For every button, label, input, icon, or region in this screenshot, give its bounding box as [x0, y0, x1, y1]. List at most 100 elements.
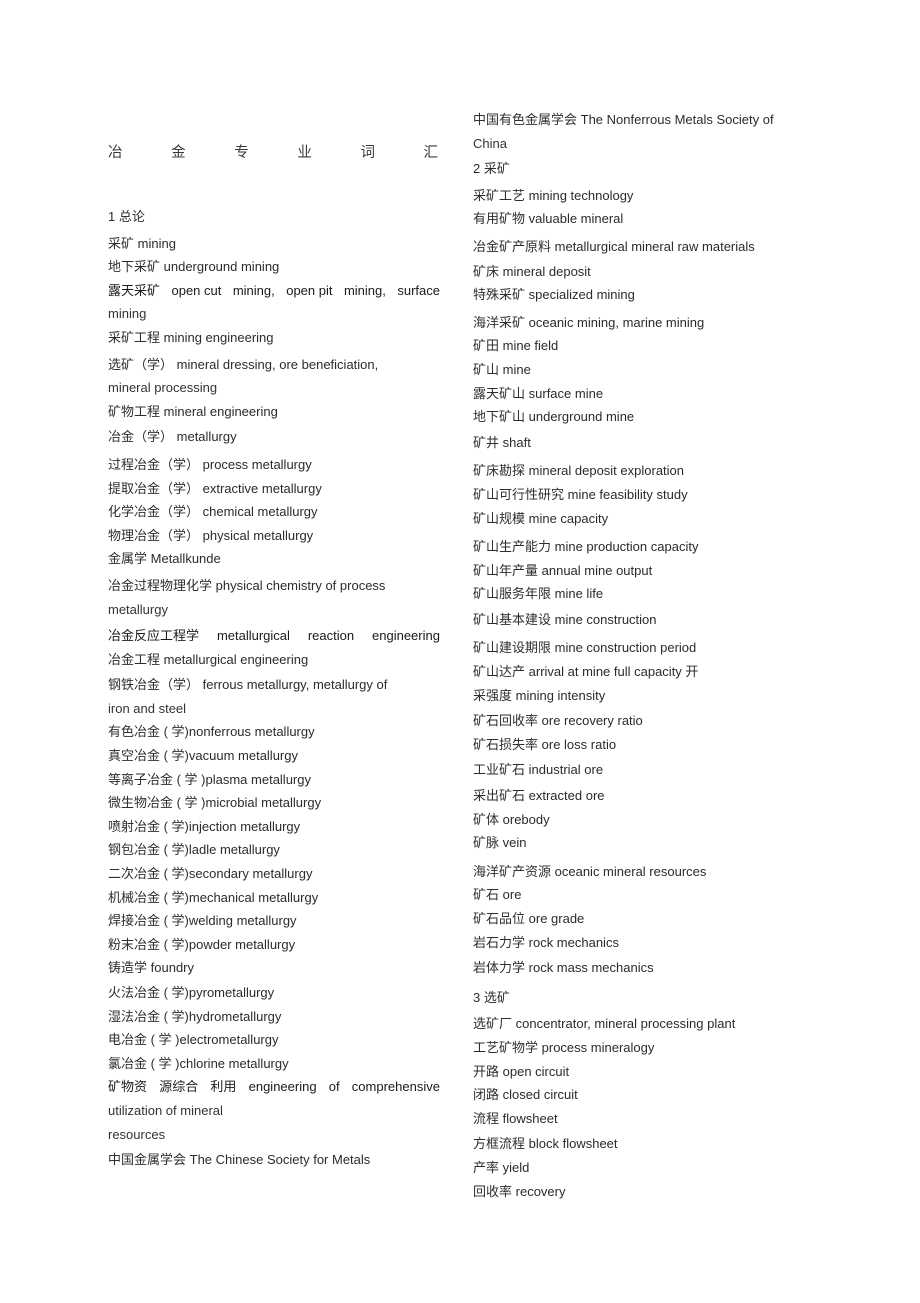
glossary-entry: 矿山生产能力 mine production capacity [473, 535, 783, 559]
entry-term-zh: 海洋采矿 [473, 314, 526, 330]
entry-definition-en: valuable mineral [528, 211, 624, 227]
glossary-entry: 矿山建设期限 mine construction period [473, 636, 783, 660]
entry-definition-en: pyrometallurgy [188, 985, 275, 1000]
glossary-entry: 冶金过程物理化学 physical chemistry of process [108, 574, 440, 598]
glossary-entry: 真空冶金 ( 学)vacuum metallurgy [108, 744, 440, 768]
glossary-entry: 过程冶金（学） process metallurgy [108, 453, 440, 477]
entry-term-zh: 矿山可行性研究 [473, 486, 565, 502]
entry-definition-en: of [328, 1079, 340, 1095]
entry-term-zh: 露天采矿 [108, 282, 161, 298]
entry-definition-en: physical metallurgy [202, 527, 314, 543]
glossary-entry: 露天矿山 surface mine [473, 382, 783, 406]
glossary-entry: 流程 flowsheet [473, 1107, 783, 1131]
entry-definition-en: mining [137, 235, 176, 251]
glossary-entry: 铸造学 foundry [108, 956, 440, 980]
entry-definition-en: powder metallurgy [188, 936, 296, 952]
entry-definition-en: recovery [515, 1183, 566, 1199]
entry-definition-en: mechanical metallurgy [188, 889, 319, 905]
entry-term-zh: 岩石力学 [473, 934, 526, 950]
section-heading-1: 1 总论 [108, 209, 145, 224]
entry-definition-en: underground mining [163, 259, 280, 275]
entry-term-zh: 有用矿物 [473, 211, 526, 227]
glossary-entry: 矿石回收率 ore recovery ratio [473, 709, 783, 733]
entry-term-zh: 真空冶金 ( 学) [108, 748, 189, 764]
entry-definition-en: flowsheet [502, 1110, 558, 1126]
entry-term-zh: 采强度 [473, 687, 513, 703]
glossary-entry: 电冶金 ( 学 )electrometallurgy [108, 1028, 440, 1052]
entry-term-zh: 焊接冶金 ( 学) [108, 913, 189, 929]
glossary-entry: 选矿厂 concentrator, mineral processing pla… [473, 1012, 783, 1036]
entry-definition-en: chlorine metallurgy [179, 1055, 289, 1071]
entry-term-zh: 冶金（学） [108, 429, 174, 445]
entry-term-zh: 矿山生产能力 [473, 539, 552, 555]
glossary-entry: 矿石损失率 ore loss ratio [473, 733, 783, 757]
glossary-entry: 喷射冶金 ( 学)injection metallurgy [108, 815, 440, 839]
glossary-entry: 二次冶金 ( 学)secondary metallurgy [108, 862, 440, 886]
glossary-entry: 矿山可行性研究 mine feasibility study [473, 483, 783, 507]
glossary-entry: 矿井 shaft [473, 431, 783, 455]
entry-definition-en: yield [502, 1159, 530, 1175]
entry-definition-en: surface mine [528, 385, 604, 401]
entry-definition-en: surface [397, 282, 440, 298]
glossary-entry: 矿山 mine [473, 358, 783, 382]
glossary-entry: 矿脉 vein [473, 831, 783, 855]
entry-definition-en: industrial ore [528, 762, 604, 778]
entry-definition-en: mine construction [554, 611, 657, 627]
entry-term-zh: 冶金过程物理化学 [108, 577, 213, 593]
glossary-entry: 采矿工艺 mining technology [473, 184, 783, 208]
entry-definition-en: shaft [502, 434, 531, 450]
glossary-entry: 冶金反应工程学 metallurgical reaction engineeri… [108, 624, 440, 648]
glossary-entry: 中国金属学会 The Chinese Society for Metals [108, 1148, 440, 1172]
document-page: 冶 金 专 业 词 汇 1 总论 采矿 mining 地下采矿 undergrou… [0, 0, 920, 1303]
entry-term-zh: 采矿工艺 [473, 187, 526, 203]
entry-term-zh: 矿床 [473, 263, 500, 279]
entry-definition-en: ore [502, 887, 522, 903]
glossary-entry: 回收率 recovery [473, 1180, 783, 1204]
entry-term-zh: 物理冶金（学） [108, 527, 200, 543]
glossary-entry: 焊接冶金 ( 学)welding metallurgy [108, 909, 440, 933]
entry-definition-en: mine capacity [528, 510, 609, 526]
entry-term-zh: 特殊采矿 [473, 287, 526, 303]
entry-definition-en: engineering [372, 628, 440, 644]
glossary-entry: 有用矿物 valuable mineral [473, 207, 783, 231]
entry-term-zh: 钢铁冶金（学） [108, 677, 200, 693]
entry-term-zh: 矿物工程 [108, 403, 161, 419]
entry-term-zh: 电冶金 ( 学 ) [108, 1032, 180, 1048]
entry-term-zh: 回收率 [473, 1183, 513, 1199]
glossary-entry: 矿石 ore [473, 883, 783, 907]
entry-definition-en: mining engineering [163, 329, 274, 345]
entry-definition-en: metallurgical engineering [163, 651, 309, 667]
glossary-entry: 湿法冶金 ( 学)hydrometallurgy [108, 1005, 440, 1029]
entry-definition-en: secondary metallurgy [188, 866, 313, 882]
entry-term-zh: 矿山年产量 [473, 562, 539, 578]
glossary-entry: 机械冶金 ( 学)mechanical metallurgy [108, 886, 440, 910]
glossary-entry: 采矿工程 mining engineering [108, 326, 440, 350]
entry-definition-en: extracted ore [528, 788, 605, 804]
entry-definition-continuation: utilization of mineral [108, 1102, 223, 1118]
glossary-entry: 产率 yield [473, 1156, 783, 1180]
glossary-entry: 钢铁冶金（学） ferrous metallurgy, metallurgy o… [108, 673, 440, 697]
glossary-entry: 开路 open circuit [473, 1060, 783, 1084]
glossary-entry: 矿山基本建设 mine construction [473, 608, 783, 632]
entry-term-zh: 矿山规模 [473, 510, 526, 526]
entry-definition-en: mine production capacity [554, 539, 699, 555]
entry-definition-en: concentrator, mineral processing plant [515, 1016, 736, 1032]
entry-definition-en: welding metallurgy [188, 913, 297, 929]
entry-term-zh: 工艺矿物学 [473, 1039, 539, 1055]
entry-term-zh: 提取冶金（学） [108, 480, 200, 496]
entry-term-zh: 钢包冶金 ( 学) [108, 842, 189, 858]
entry-definition-continuation: mineral processing [108, 380, 218, 396]
entry-definition-en: plasma metallurgy [205, 771, 312, 787]
glossary-entry: 采矿 mining [108, 232, 440, 256]
entry-definition-en: metallurgy [176, 429, 237, 445]
entry-definition-en: physical chemistry of process [215, 577, 386, 593]
entry-term-zh: 等离子冶金 ( 学 ) [108, 771, 206, 787]
entry-definition-en: injection metallurgy [188, 818, 301, 834]
entry-term-zh: 金属学 [108, 551, 148, 567]
glossary-entry: 矿体 orebody [473, 808, 783, 832]
entry-definition-en: block flowsheet [528, 1136, 618, 1152]
entry-term-zh: 矿石损失率 [473, 736, 539, 752]
glossary-entry: 露天采矿 open cut mining, open pit mining, s… [108, 279, 440, 303]
entry-definition-en: specialized mining [528, 287, 635, 303]
entry-definition-en: mineral dressing, ore beneficiation, [176, 356, 379, 372]
